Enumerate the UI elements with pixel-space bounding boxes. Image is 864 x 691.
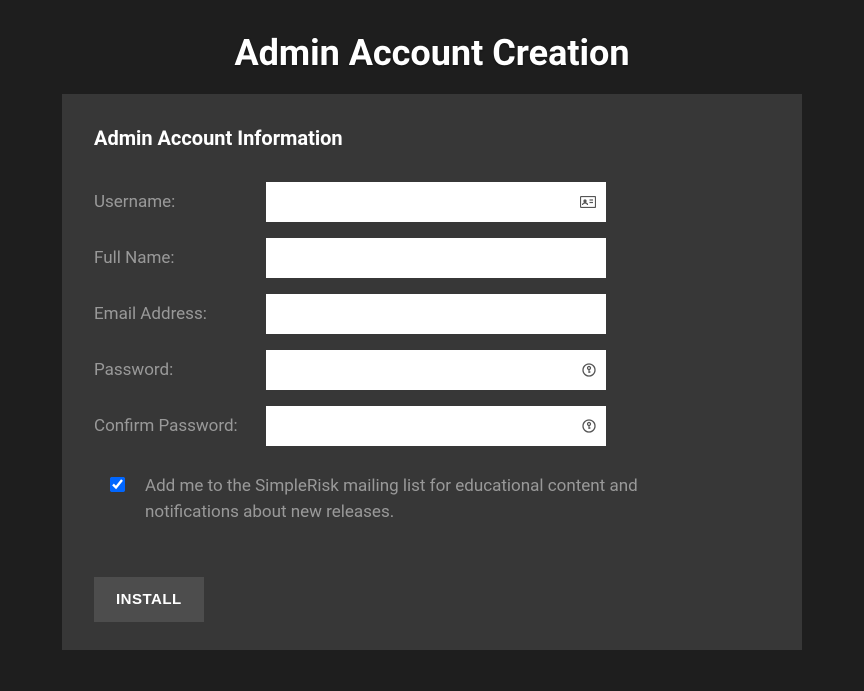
key-icon (582, 419, 596, 433)
email-input-wrapper (266, 294, 606, 334)
username-row: Username: (94, 182, 770, 222)
key-icon (582, 363, 596, 377)
confirm-password-row: Confirm Password: (94, 406, 770, 446)
confirm-password-input-wrapper (266, 406, 606, 446)
fullname-input-wrapper (266, 238, 606, 278)
confirm-password-input[interactable] (266, 406, 606, 446)
fullname-input[interactable] (266, 238, 606, 278)
mailing-list-label: Add me to the SimpleRisk mailing list fo… (145, 474, 705, 525)
username-input[interactable] (266, 182, 606, 222)
password-input[interactable] (266, 350, 606, 390)
id-card-icon (580, 196, 596, 208)
fullname-row: Full Name: (94, 238, 770, 278)
email-label: Email Address: (94, 304, 266, 324)
form-card: Admin Account Information Username: Full… (62, 94, 802, 650)
mailing-list-checkbox[interactable] (110, 477, 125, 492)
email-row: Email Address: (94, 294, 770, 334)
mailing-list-row: Add me to the SimpleRisk mailing list fo… (110, 474, 770, 525)
password-row: Password: (94, 350, 770, 390)
email-input[interactable] (266, 294, 606, 334)
password-input-wrapper (266, 350, 606, 390)
confirm-password-label: Confirm Password: (94, 416, 266, 436)
password-label: Password: (94, 360, 266, 380)
username-label: Username: (94, 192, 266, 212)
fullname-label: Full Name: (94, 248, 266, 268)
username-input-wrapper (266, 182, 606, 222)
page-title: Admin Account Creation (0, 0, 864, 94)
section-title: Admin Account Information (94, 126, 770, 150)
install-button[interactable]: INSTALL (94, 577, 204, 622)
